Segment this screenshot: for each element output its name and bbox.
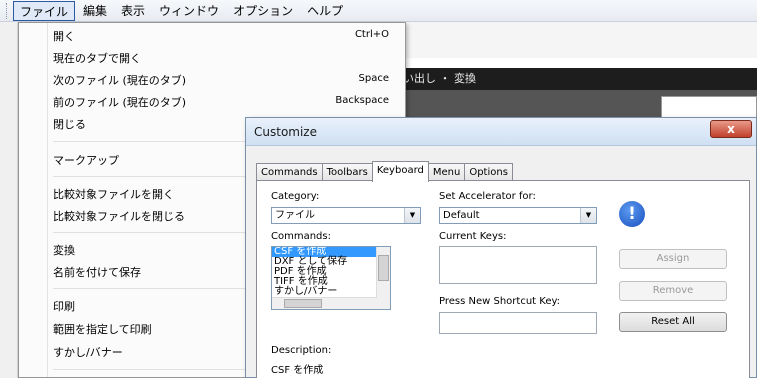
tab-commands[interactable]: Commands xyxy=(256,163,323,181)
tab-toolbars[interactable]: Toolbars xyxy=(321,163,373,181)
info-icon-glyph: ! xyxy=(628,204,636,224)
description-label: Description: xyxy=(271,345,332,356)
tab-options[interactable]: Options xyxy=(464,163,513,181)
menu-item-save-as[interactable]: 名前を付けて保存 xyxy=(53,264,141,280)
dialog-title: Customize xyxy=(254,125,317,139)
accelerator-value: Default xyxy=(443,210,480,221)
commands-label: Commands: xyxy=(271,231,331,242)
new-shortcut-field[interactable] xyxy=(439,312,597,334)
current-keys-label: Current Keys: xyxy=(439,231,507,242)
horizontal-scrollbar[interactable] xyxy=(272,297,377,309)
dialog-tabs: Commands Toolbars Keyboard Menu Options xyxy=(256,161,513,182)
category-label: Category: xyxy=(271,191,320,202)
customize-dialog: Customize x Commands Toolbars Keyboard M… xyxy=(245,117,757,378)
menu-item-prev-file-shortcut: Backspace xyxy=(335,95,389,106)
menu-item-markup[interactable]: マークアップ xyxy=(53,152,119,168)
category-value: ファイル xyxy=(275,210,315,221)
left-strip xyxy=(0,22,18,378)
menu-view[interactable]: 表示 xyxy=(115,1,151,21)
tab-menu[interactable]: Menu xyxy=(427,163,466,181)
dialog-titlebar[interactable]: Customize x xyxy=(246,118,756,146)
info-icon: ! xyxy=(619,201,645,227)
reset-all-button[interactable]: Reset All xyxy=(619,312,727,332)
close-button[interactable]: x xyxy=(710,120,752,138)
scroll-thumb[interactable] xyxy=(378,255,389,281)
menu-item-print[interactable]: 印刷 xyxy=(53,298,75,314)
menu-item-close-compare[interactable]: 比較対象ファイルを閉じる xyxy=(53,208,185,224)
keyboard-panel: Category: ファイル ▼ Commands: CSF を作成 DXF と… xyxy=(256,180,750,378)
menu-options[interactable]: オプション xyxy=(227,1,299,21)
menu-item-close[interactable]: 閉じる xyxy=(53,116,86,132)
menu-item-next-file-shortcut: Space xyxy=(358,73,389,84)
tab-keyboard[interactable]: Keyboard xyxy=(371,161,429,182)
assign-button[interactable]: Assign xyxy=(619,249,727,269)
commands-list[interactable]: CSF を作成 DXF として保存 PDF を作成 TIFF を作成 すかし/バ… xyxy=(271,246,391,310)
menu-help[interactable]: ヘルプ xyxy=(301,1,349,21)
menu-bar: ファイル 編集 表示 ウィンドウ オプション ヘルプ xyxy=(0,0,757,22)
menu-item-convert[interactable]: 変換 xyxy=(53,242,75,258)
current-keys-list[interactable] xyxy=(439,246,597,284)
chevron-down-icon: ▼ xyxy=(404,208,420,223)
accelerator-dropdown[interactable]: Default ▼ xyxy=(439,207,597,224)
menu-window[interactable]: ウィンドウ xyxy=(153,1,225,21)
chevron-down-icon: ▼ xyxy=(580,208,596,223)
close-icon: x xyxy=(727,122,735,136)
set-accelerator-label: Set Accelerator for: xyxy=(439,191,536,202)
menu-item-open-shortcut: Ctrl+O xyxy=(354,29,389,40)
menubar-grip xyxy=(6,2,9,19)
vertical-scrollbar[interactable] xyxy=(376,247,390,309)
list-item[interactable]: すかし/バナー xyxy=(272,287,390,297)
menu-item-print-range[interactable]: 範囲を指定して印刷 xyxy=(53,321,152,337)
menu-item-prev-file[interactable]: 前のファイル (現在のタブ) xyxy=(53,94,186,110)
menu-edit[interactable]: 編集 xyxy=(77,1,113,21)
menu-gutter xyxy=(47,23,48,377)
menu-item-watermark[interactable]: すかし/バナー xyxy=(53,344,123,360)
background-input[interactable] xyxy=(661,96,757,118)
description-value: CSF を作成 xyxy=(271,365,324,376)
scroll-thumb[interactable] xyxy=(284,299,322,308)
category-dropdown[interactable]: ファイル ▼ xyxy=(271,207,421,224)
menu-item-open[interactable]: 開く xyxy=(53,28,75,44)
menu-item-open-compare[interactable]: 比較対象ファイルを開く xyxy=(53,186,174,202)
menu-file[interactable]: ファイル xyxy=(13,0,76,21)
menu-item-open-current-tab[interactable]: 現在のタブで開く xyxy=(53,50,141,66)
menu-item-next-file[interactable]: 次のファイル (現在のタブ) xyxy=(53,72,186,88)
new-shortcut-label: Press New Shortcut Key: xyxy=(439,296,561,307)
remove-button[interactable]: Remove xyxy=(619,281,727,301)
